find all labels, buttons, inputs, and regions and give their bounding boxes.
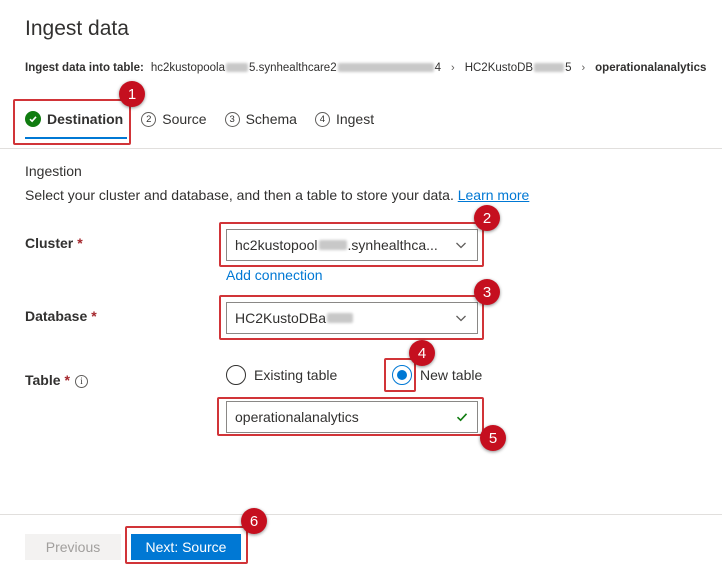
- annotation-marker: 1: [119, 81, 145, 107]
- section-description: Select your cluster and database, and th…: [25, 187, 529, 203]
- tab-ingest[interactable]: 4 Ingest: [314, 106, 375, 132]
- annotation-marker: 4: [409, 340, 435, 366]
- annotation-marker: 3: [474, 279, 500, 305]
- annotation-highlight-box: [217, 397, 484, 436]
- annotation-highlight-box: [219, 295, 484, 340]
- existing-table-radio[interactable]: [226, 365, 246, 385]
- info-icon[interactable]: i: [74, 374, 88, 388]
- table-label: Table * i: [25, 372, 88, 388]
- step-number-icon: 4: [314, 111, 330, 127]
- breadcrumb-cluster-prefix: hc2kustopoola: [150, 62, 226, 74]
- cluster-label: Cluster *: [25, 235, 83, 251]
- annotation-marker: 6: [241, 508, 267, 534]
- tab-source[interactable]: 2 Source: [141, 106, 207, 132]
- existing-table-label: Existing table: [254, 367, 338, 383]
- annotation-highlight-box: [125, 526, 248, 564]
- required-marker: *: [64, 372, 70, 388]
- annotation-marker: 2: [474, 205, 500, 231]
- footer-divider: [0, 514, 722, 515]
- previous-button[interactable]: Previous: [25, 534, 121, 560]
- annotation-highlight-box: [384, 358, 416, 392]
- existing-table-option[interactable]: Existing table: [226, 365, 337, 385]
- cluster-label-text: Cluster: [25, 235, 74, 251]
- table-label-text: Table: [25, 372, 61, 388]
- database-label: Database *: [25, 308, 97, 324]
- breadcrumb-table: operationalanalytics: [595, 62, 707, 74]
- breadcrumb-cluster: hc2kustopoola 5.synhealthcare2 4: [151, 62, 441, 74]
- annotation-highlight-box: [219, 222, 484, 267]
- redacted-text: [226, 63, 249, 73]
- learn-more-link[interactable]: Learn more: [458, 187, 530, 203]
- description-text: Select your cluster and database, and th…: [25, 187, 454, 203]
- breadcrumb-cluster-suffix: 5.synhealthcare2: [249, 62, 337, 74]
- breadcrumb-database: HC2KustoDB 5: [465, 62, 572, 74]
- tab-schema[interactable]: 3 Schema: [224, 106, 297, 132]
- chevron-right-icon: ›: [581, 62, 586, 74]
- breadcrumb-database-tail: 5: [565, 62, 572, 74]
- breadcrumb: Ingest data into table: hc2kustopoola 5.s…: [25, 62, 706, 74]
- chevron-right-icon: ›: [451, 62, 455, 74]
- tab-label: Schema: [245, 111, 297, 127]
- tab-label: Ingest: [335, 111, 375, 127]
- required-marker: *: [77, 235, 83, 251]
- page-title: Ingest data: [25, 17, 129, 40]
- annotation-highlight-box: [13, 99, 131, 145]
- required-marker: *: [91, 308, 97, 324]
- breadcrumb-cluster-tail: 4: [434, 62, 442, 74]
- annotation-marker: 5: [480, 425, 506, 451]
- breadcrumb-database-prefix: HC2KustoDB: [464, 62, 534, 74]
- section-title: Ingestion: [25, 163, 82, 179]
- tab-label: Source: [162, 111, 207, 127]
- divider: [0, 148, 722, 149]
- database-label-text: Database: [25, 308, 88, 324]
- breadcrumb-label: Ingest data into table:: [25, 62, 144, 74]
- add-connection-link[interactable]: Add connection: [226, 267, 323, 283]
- step-number-icon: 2: [141, 111, 157, 127]
- redacted-text: [337, 63, 434, 73]
- step-number-icon: 3: [224, 111, 240, 127]
- redacted-text: [534, 63, 565, 73]
- new-table-label: New table: [420, 367, 483, 383]
